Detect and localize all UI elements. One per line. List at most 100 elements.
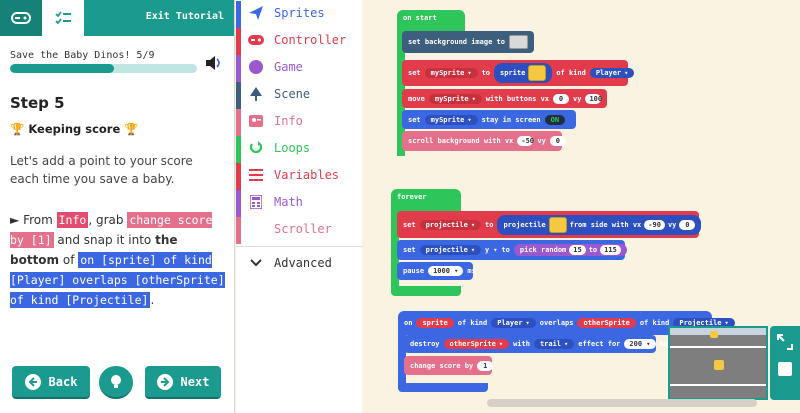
set-label: set xyxy=(408,115,421,124)
othersprite-variable[interactable]: otherSprite ▾ xyxy=(443,339,510,349)
effect-ms-dropdown[interactable]: 200 ▾ xyxy=(624,339,656,349)
baby-dino-sprite xyxy=(710,331,718,338)
random-from-input[interactable]: 15 xyxy=(569,245,586,255)
mysprite-label: mySprite xyxy=(430,69,465,77)
step-title: Step 5 xyxy=(10,94,65,112)
projectile-label: projectile xyxy=(425,246,468,254)
random-to-input[interactable]: 115 xyxy=(600,245,621,255)
tutorial-panel: Exit Tutorial Save the Baby Dinos! 5/9 S… xyxy=(0,0,235,413)
workspace-horizontal-scrollbar[interactable] xyxy=(487,399,757,407)
instruction-grab: , grab xyxy=(88,213,124,227)
pause-ms-dropdown[interactable]: 1000 ▾ xyxy=(428,266,464,276)
category-label: Loops xyxy=(274,141,311,155)
progress-fill xyxy=(10,64,114,73)
of-kind-label: of kind xyxy=(556,69,586,77)
othersprite-label: otherSprite xyxy=(449,340,496,348)
othersprite-variable[interactable]: otherSprite xyxy=(577,318,636,328)
category-math[interactable]: Math xyxy=(236,190,362,217)
score-by-input[interactable]: 1 xyxy=(477,360,494,371)
projectile-vx-input[interactable]: -90 xyxy=(644,219,665,230)
step-subtitle: 🏆 Keeping score 🏆 xyxy=(10,122,139,136)
destroy-block[interactable]: destroy otherSprite ▾ with trail ▾ effect … xyxy=(404,335,676,353)
stop-icon[interactable] xyxy=(778,362,792,376)
set-label: set xyxy=(403,246,416,254)
chevron-down-icon: ▾ xyxy=(493,246,498,254)
game-simulator[interactable] xyxy=(668,326,768,400)
projectile-from-side-block[interactable]: projectile from side with vx -90 vy 0 xyxy=(497,214,702,235)
gamepad-icon xyxy=(248,32,264,48)
back-button[interactable]: Back xyxy=(12,366,90,399)
scroll-vx-input[interactable]: -50 xyxy=(517,136,534,146)
mysprite-variable[interactable]: mySprite ▾ xyxy=(428,93,482,104)
stay-toggle[interactable]: ON xyxy=(544,114,566,125)
exit-tutorial-button[interactable]: Exit Tutorial xyxy=(146,11,224,22)
change-score-block[interactable]: change score by 1 xyxy=(404,356,494,375)
vy-input[interactable]: 100 xyxy=(585,93,602,104)
vx-input[interactable]: 0 xyxy=(553,93,570,104)
category-scroller[interactable]: Scroller xyxy=(236,217,362,244)
from-side-label: from side with vx xyxy=(569,220,642,229)
category-bar xyxy=(236,28,241,55)
category-sprites[interactable]: Sprites xyxy=(236,1,362,28)
vy-label: vy xyxy=(537,137,546,145)
move-with-buttons-block[interactable]: move mySprite ▾ with buttons vx 0 vy 100 xyxy=(402,89,607,108)
on-overlap-block[interactable]: on sprite of kind Player ▾ overlaps other… xyxy=(398,311,735,335)
instruction-period: . xyxy=(150,293,155,307)
toolbox: Sprites Controller Game Scene Info Loops xyxy=(236,0,362,413)
move-label: move xyxy=(408,94,425,103)
sprite-variable[interactable]: sprite xyxy=(416,318,454,328)
vy-label: vy xyxy=(667,220,677,229)
game-tab[interactable] xyxy=(0,0,42,36)
set-background-block[interactable]: set background image to xyxy=(402,31,534,53)
hint-button[interactable] xyxy=(99,366,133,399)
category-advanced[interactable]: Advanced xyxy=(236,251,362,275)
destroy-label: destroy xyxy=(410,340,440,348)
category-loops[interactable]: Loops xyxy=(236,136,362,163)
projectile-variable[interactable]: projectile ▾ xyxy=(419,245,482,255)
steps-tab[interactable] xyxy=(42,0,84,36)
next-button[interactable]: Next xyxy=(145,366,221,399)
with-buttons-label: with buttons vx xyxy=(485,94,550,103)
checklist-icon xyxy=(55,11,71,25)
set-projectile-block[interactable]: set projectile ▾ to projectile from side … xyxy=(397,211,702,238)
kind-player-dropdown[interactable]: Player ▾ xyxy=(589,68,635,78)
category-info[interactable]: Info xyxy=(236,109,362,136)
forever-block[interactable]: forever xyxy=(391,189,461,213)
kind-player-dropdown[interactable]: Player ▾ xyxy=(491,318,536,328)
baby-dino-thumbnail[interactable] xyxy=(548,216,567,233)
next-label: Next xyxy=(180,374,210,389)
instruction-snap: and snap it into xyxy=(57,233,152,247)
toolbox-divider xyxy=(236,246,362,247)
overlaps-label: overlaps xyxy=(539,319,574,327)
y-label: y xyxy=(485,246,490,254)
set-projectile-y-block[interactable]: set projectile ▾ y ▾ to pick random 15 to… xyxy=(397,240,627,260)
set-mysprite-block[interactable]: set mySprite ▾ to sprite of kind Player ▾ xyxy=(402,60,635,86)
background-image-thumbnail[interactable] xyxy=(508,35,528,49)
circle-icon xyxy=(248,59,264,75)
arrow-right-icon xyxy=(156,373,173,390)
fullscreen-icon[interactable] xyxy=(777,334,793,350)
category-variables[interactable]: Variables xyxy=(236,163,362,190)
road-line xyxy=(670,346,766,348)
dino-sprite-thumbnail[interactable] xyxy=(528,65,547,81)
projectile-variable[interactable]: projectile ▾ xyxy=(419,219,482,230)
category-scene[interactable]: Scene xyxy=(236,82,362,109)
effect-dropdown[interactable]: trail ▾ xyxy=(533,339,575,349)
scroll-background-block[interactable]: scroll background with vx -50 vy 0 xyxy=(402,131,566,151)
trophy-icon: 🏆 xyxy=(10,122,25,136)
projectile-vy-input[interactable]: 0 xyxy=(679,219,696,230)
stay-in-screen-block[interactable]: set mySprite ▾ stay in screen ON xyxy=(402,110,576,129)
mysprite-variable[interactable]: mySprite ▾ xyxy=(424,114,478,125)
speaker-icon[interactable] xyxy=(205,55,223,74)
pause-block[interactable]: pause 1000 ▾ ms xyxy=(397,262,476,280)
effect-for-label: effect for xyxy=(578,340,621,348)
category-controller[interactable]: Controller xyxy=(236,28,362,55)
id-card-icon xyxy=(248,113,264,129)
mysprite-variable[interactable]: mySprite ▾ xyxy=(424,68,478,78)
intro-text: Let's add a point to your score each tim… xyxy=(10,154,193,186)
sprite-image-block[interactable]: sprite xyxy=(494,63,553,83)
scroll-vy-input[interactable]: 0 xyxy=(549,136,566,146)
gamepad-icon xyxy=(11,12,31,24)
category-game[interactable]: Game xyxy=(236,55,362,82)
pick-random-block[interactable]: pick random 15 to 115 xyxy=(513,244,627,256)
